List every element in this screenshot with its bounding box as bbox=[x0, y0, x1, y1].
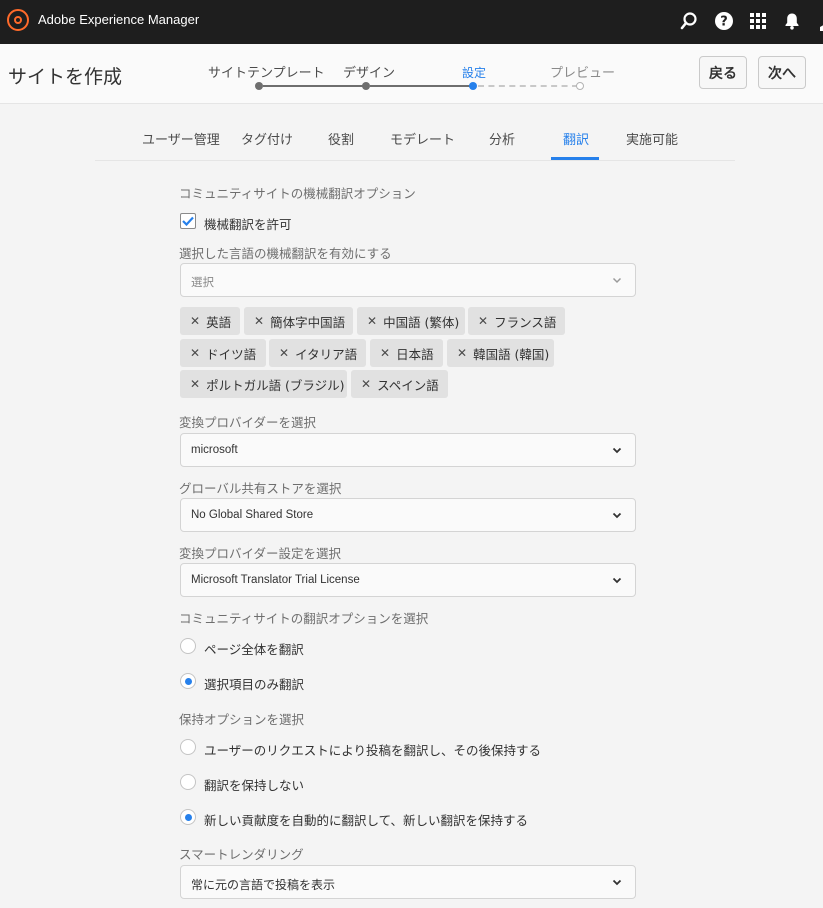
remove-tag-icon[interactable]: ✕ bbox=[190, 314, 200, 328]
allow-mt-checkbox[interactable] bbox=[180, 213, 196, 229]
tab-tagging[interactable]: タグ付け bbox=[241, 129, 293, 148]
remove-tag-icon[interactable]: ✕ bbox=[361, 377, 371, 391]
bell-icon[interactable] bbox=[781, 10, 803, 32]
translate-options-label: コミュニティサイトの翻訳オプションを選択 bbox=[179, 611, 429, 626]
remove-tag-icon[interactable]: ✕ bbox=[279, 346, 289, 360]
provider-config-select[interactable]: Microsoft Translator Trial License bbox=[180, 563, 636, 597]
persist-auto-label[interactable]: 新しい貢献度を自動的に翻訳して、新しい翻訳を保持する bbox=[204, 810, 528, 829]
language-tag: ✕ 韓国語 (韓国) bbox=[447, 339, 554, 367]
translate-whole-page-radio[interactable] bbox=[180, 638, 196, 654]
wizard-header: サイトを作成 サイトテンプレート デザイン 設定 プレビュー 戻る 次へ bbox=[0, 44, 823, 104]
step-label-design[interactable]: デザイン bbox=[343, 62, 395, 81]
language-tag: ✕ 英語 bbox=[180, 307, 240, 335]
next-button[interactable]: 次へ bbox=[758, 56, 806, 89]
step-dot-done bbox=[362, 82, 370, 90]
language-tag: ✕ 簡体字中国語 bbox=[244, 307, 353, 335]
language-tag: ✕ ドイツ語 bbox=[180, 339, 266, 367]
languages-label: 選択した言語の機械翻訳を有効にする bbox=[179, 246, 392, 261]
allow-mt-label[interactable]: 機械翻訳を許可 bbox=[204, 214, 292, 233]
chevron-down-icon bbox=[612, 447, 622, 454]
remove-tag-icon[interactable]: ✕ bbox=[367, 314, 377, 328]
svg-text:?: ? bbox=[720, 15, 728, 30]
step-connector bbox=[370, 85, 470, 87]
top-bar: Adobe Experience Manager ? bbox=[0, 0, 823, 44]
language-tag: ✕ イタリア語 bbox=[269, 339, 366, 367]
step-dot-pending bbox=[576, 82, 584, 90]
tab-translation[interactable]: 翻訳 bbox=[563, 129, 589, 148]
provider-label: 変換プロバイダーを選択 bbox=[179, 415, 317, 430]
back-button[interactable]: 戻る bbox=[699, 56, 747, 89]
step-connector-pending bbox=[478, 85, 578, 87]
translate-selected-only-label[interactable]: 選択項目のみ翻訳 bbox=[204, 674, 304, 693]
provider-select[interactable]: microsoft bbox=[180, 433, 636, 467]
tab-user-management[interactable]: ユーザー管理 bbox=[142, 129, 220, 148]
step-dot-done bbox=[255, 82, 263, 90]
persist-none-radio[interactable] bbox=[180, 774, 196, 790]
persist-auto-radio[interactable] bbox=[180, 809, 196, 825]
help-icon[interactable]: ? bbox=[713, 10, 735, 32]
chevron-down-icon bbox=[612, 277, 622, 284]
search-icon[interactable] bbox=[678, 10, 700, 32]
step-connector bbox=[263, 85, 363, 87]
language-tag: ✕ フランス語 bbox=[468, 307, 565, 335]
remove-tag-icon[interactable]: ✕ bbox=[457, 346, 467, 360]
language-tag: ✕ 中国語 (繁体) bbox=[357, 307, 465, 335]
step-label-settings[interactable]: 設定 bbox=[462, 64, 486, 81]
chevron-down-icon bbox=[612, 512, 622, 519]
remove-tag-icon[interactable]: ✕ bbox=[380, 346, 390, 360]
persist-on-request-radio[interactable] bbox=[180, 739, 196, 755]
remove-tag-icon[interactable]: ✕ bbox=[254, 314, 264, 328]
provider-config-label: 変換プロバイダー設定を選択 bbox=[179, 546, 342, 561]
remove-tag-icon[interactable]: ✕ bbox=[478, 314, 488, 328]
store-select[interactable]: No Global Shared Store bbox=[180, 498, 636, 532]
tab-enablement[interactable]: 実施可能 bbox=[626, 129, 678, 148]
app-title[interactable]: Adobe Experience Manager bbox=[38, 12, 199, 27]
remove-tag-icon[interactable]: ✕ bbox=[190, 346, 200, 360]
smart-rendering-value: 常に元の言語で投稿を表示 bbox=[191, 878, 336, 892]
persist-none-label[interactable]: 翻訳を保持しない bbox=[204, 775, 304, 794]
remove-tag-icon[interactable]: ✕ bbox=[190, 377, 200, 391]
translate-selected-only-radio[interactable] bbox=[180, 673, 196, 689]
languages-select[interactable]: 選択 bbox=[180, 263, 636, 297]
step-dot-active bbox=[469, 82, 477, 90]
step-label-preview[interactable]: プレビュー bbox=[550, 62, 615, 81]
store-label: グローバル共有ストアを選択 bbox=[179, 481, 342, 496]
language-tag: ✕ 日本語 bbox=[370, 339, 443, 367]
apps-icon[interactable] bbox=[747, 10, 769, 32]
tab-roles[interactable]: 役割 bbox=[328, 129, 354, 148]
aem-logo-icon[interactable] bbox=[7, 9, 29, 31]
store-value: No Global Shared Store bbox=[191, 509, 314, 521]
smart-rendering-label: スマートレンダリング bbox=[179, 847, 304, 862]
chevron-down-icon bbox=[612, 577, 622, 584]
language-tag: ✕ ポルトガル語 (ブラジル) bbox=[180, 370, 347, 398]
provider-config-value: Microsoft Translator Trial License bbox=[191, 574, 360, 586]
step-label-template[interactable]: サイトテンプレート bbox=[208, 62, 325, 81]
persist-label: 保持オプションを選択 bbox=[179, 712, 305, 727]
mt-section-label: コミュニティサイトの機械翻訳オプション bbox=[179, 186, 416, 201]
provider-value: microsoft bbox=[191, 444, 238, 456]
language-tag: ✕ スペイン語 bbox=[351, 370, 448, 398]
active-tab-indicator bbox=[551, 157, 599, 160]
chevron-down-icon bbox=[612, 879, 622, 886]
tab-analytics[interactable]: 分析 bbox=[489, 129, 515, 148]
persist-on-request-label[interactable]: ユーザーのリクエストにより投稿を翻訳し、その後保持する bbox=[204, 740, 541, 759]
languages-placeholder: 選択 bbox=[191, 277, 214, 289]
smart-rendering-select[interactable]: 常に元の言語で投稿を表示 bbox=[180, 865, 636, 899]
settings-tabs: ユーザー管理 タグ付け 役割 モデレート 分析 翻訳 実施可能 bbox=[95, 103, 735, 161]
user-icon[interactable] bbox=[812, 10, 823, 32]
checkmark-icon bbox=[182, 216, 194, 226]
translate-whole-page-label[interactable]: ページ全体を翻訳 bbox=[204, 639, 304, 658]
tab-moderation[interactable]: モデレート bbox=[390, 129, 455, 148]
